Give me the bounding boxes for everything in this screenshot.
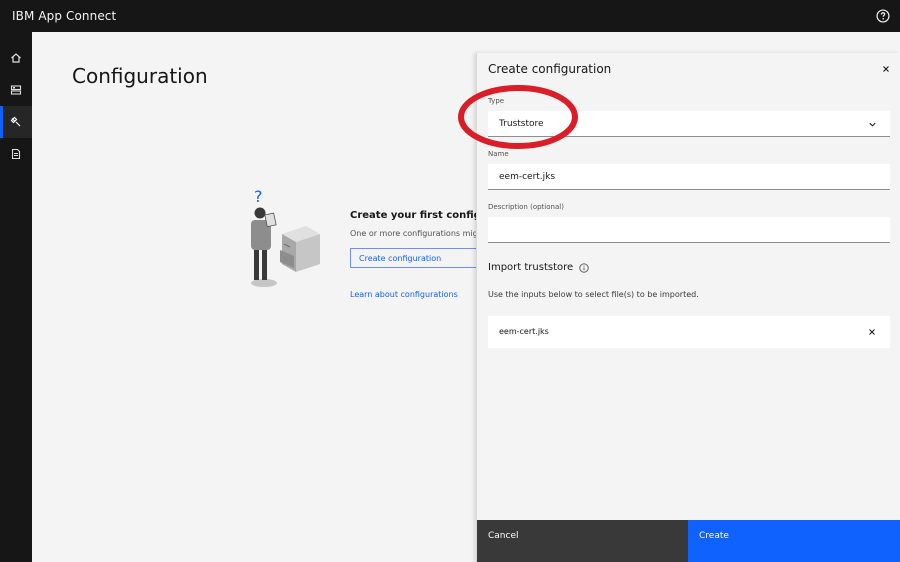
nav-home[interactable] xyxy=(0,42,32,74)
type-select[interactable]: Truststore xyxy=(488,111,890,137)
cancel-button[interactable]: Cancel xyxy=(477,520,688,562)
page-title: Configuration xyxy=(72,64,208,88)
imported-file-item: eem-cert.jks xyxy=(488,316,890,348)
remove-file-icon[interactable] xyxy=(868,328,876,336)
name-field[interactable]: eem-cert.jks xyxy=(488,164,890,190)
type-label: Type xyxy=(488,97,505,105)
document-icon xyxy=(11,148,21,160)
top-header: IBM App Connect xyxy=(0,0,900,32)
imported-file-name: eem-cert.jks xyxy=(499,327,549,336)
app-name: IBM App Connect xyxy=(12,9,117,23)
panel-title: Create configuration xyxy=(488,62,612,76)
type-select-value: Truststore xyxy=(499,119,544,129)
name-label: Name xyxy=(488,150,509,158)
create-configuration-button[interactable]: Create configuration xyxy=(350,248,490,268)
left-nav-rail xyxy=(0,32,32,562)
svg-text:?: ? xyxy=(254,187,263,206)
create-button[interactable]: Create xyxy=(688,520,900,562)
import-truststore-title: Import truststore xyxy=(488,262,574,273)
learn-about-configurations-link[interactable]: Learn about configurations xyxy=(350,290,458,299)
chevron-down-icon xyxy=(869,122,876,127)
nav-documents[interactable] xyxy=(0,138,32,170)
info-icon[interactable] xyxy=(579,262,589,273)
dashboard-icon xyxy=(10,85,22,95)
empty-state-description: One or more configurations might xyxy=(350,229,486,238)
nav-dashboard[interactable] xyxy=(0,74,32,106)
create-configuration-panel: Create configuration Type Truststore Nam… xyxy=(476,53,900,562)
nav-configuration[interactable] xyxy=(0,106,32,138)
home-icon xyxy=(11,53,21,63)
wrench-icon xyxy=(10,116,21,127)
description-field[interactable] xyxy=(488,217,890,243)
description-label: Description (optional) xyxy=(488,203,564,211)
import-description: Use the inputs below to select file(s) t… xyxy=(488,290,699,299)
import-truststore-heading: Import truststore xyxy=(488,262,589,273)
empty-state-illustration: ? xyxy=(251,187,320,287)
help-icon[interactable] xyxy=(876,9,890,23)
close-icon[interactable] xyxy=(881,64,891,74)
name-field-value: eem-cert.jks xyxy=(499,172,556,182)
